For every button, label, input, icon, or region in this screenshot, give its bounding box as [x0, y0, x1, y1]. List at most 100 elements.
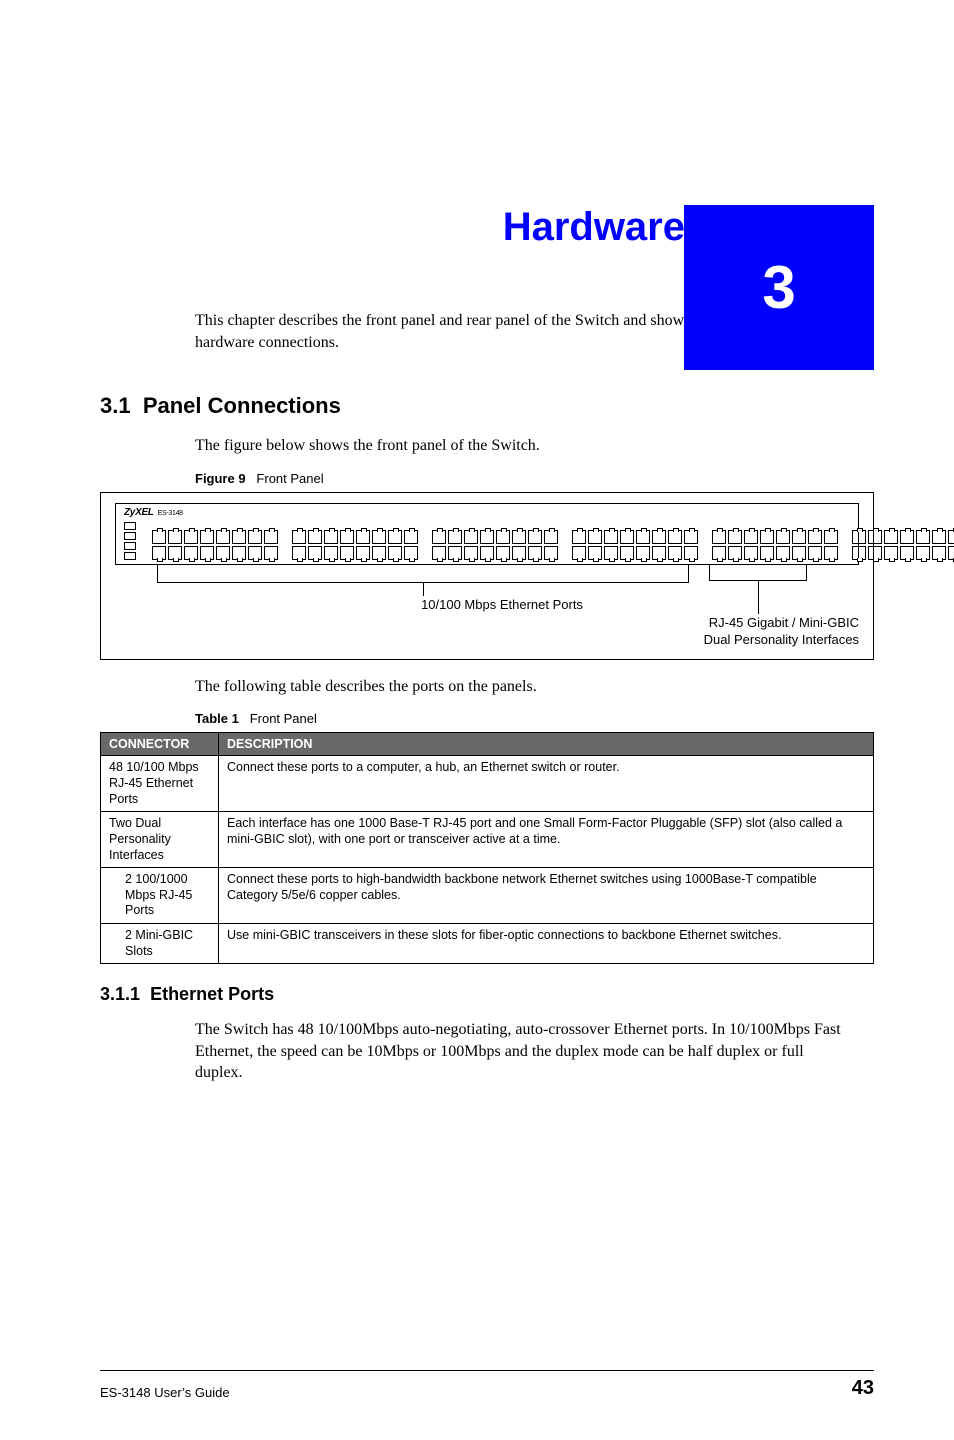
footer-guide: ES-3148 User’s Guide	[100, 1385, 230, 1400]
ethernet-port	[744, 530, 758, 544]
table-label: Table 1	[195, 711, 239, 726]
chapter-number: 3	[762, 258, 795, 318]
ethernet-port	[948, 546, 954, 560]
ethernet-port	[760, 546, 774, 560]
port-group	[292, 518, 418, 560]
ethernet-port	[652, 546, 666, 560]
port-stack	[712, 530, 726, 560]
port-stack	[808, 530, 822, 560]
port-stack	[948, 530, 954, 560]
ethernet-port	[620, 546, 634, 560]
port-stack	[232, 530, 246, 560]
ethernet-port	[792, 530, 806, 544]
ethernet-port	[404, 546, 418, 560]
ethernet-port	[464, 530, 478, 544]
port-stack	[292, 530, 306, 560]
port-stack	[852, 530, 866, 560]
ethernet-port	[248, 546, 262, 560]
port-stack	[604, 530, 618, 560]
port-stack	[464, 530, 478, 560]
port-stack	[868, 530, 882, 560]
port-stack	[760, 530, 774, 560]
ethernet-port	[808, 530, 822, 544]
ethernet-port	[464, 546, 478, 560]
ethernet-port	[668, 530, 682, 544]
ethernet-port	[728, 546, 742, 560]
model-text: ES-3148	[158, 510, 183, 517]
table-row: Two Dual Personality InterfacesEach inte…	[101, 812, 874, 868]
section-heading-3-1-1: 3.1.1 Ethernet Ports	[100, 984, 874, 1005]
brand-text: ZyXEL	[124, 507, 154, 518]
ethernet-port	[340, 530, 354, 544]
gbic-label-line2: Dual Personality Interfaces	[619, 632, 859, 649]
port-stack	[448, 530, 462, 560]
ethernet-port	[432, 530, 446, 544]
ethernet-port	[588, 530, 602, 544]
port-stack	[372, 530, 386, 560]
ethernet-port	[432, 546, 446, 560]
port-stack	[572, 530, 586, 560]
ethernet-port	[652, 530, 666, 544]
ethernet-port	[324, 546, 338, 560]
page: 3 Hardware Overview This chapter describ…	[0, 205, 954, 1440]
ethernet-port	[792, 546, 806, 560]
page-footer: ES-3148 User’s Guide 43	[100, 1370, 874, 1400]
ethernet-port	[480, 546, 494, 560]
chapter-tab: 3	[684, 205, 874, 370]
ethernet-port	[824, 530, 838, 544]
gbic-label: RJ-45 Gigabit / Mini-GBIC Dual Personali…	[619, 615, 859, 649]
port-group	[712, 518, 838, 560]
subsection-number: 3.1.1	[100, 984, 140, 1004]
cell-connector: 48 10/100 Mbps RJ-45 Ethernet Ports	[101, 756, 219, 812]
ethernet-port	[932, 546, 946, 560]
ethernet-port	[200, 530, 214, 544]
ethernet-port	[480, 530, 494, 544]
ethernet-port	[712, 530, 726, 544]
ethernet-port	[356, 546, 370, 560]
section-number: 3.1	[100, 393, 131, 418]
ethernet-port	[852, 530, 866, 544]
port-stack	[636, 530, 650, 560]
ethernet-port	[356, 530, 370, 544]
ethernet-port	[684, 530, 698, 544]
ethernet-port	[168, 530, 182, 544]
table-row: 2 100/1000 Mbps RJ-45 PortsConnect these…	[101, 868, 874, 924]
port-stack	[884, 530, 898, 560]
ethernet-port	[776, 530, 790, 544]
port-stack	[404, 530, 418, 560]
port-stack	[652, 530, 666, 560]
port-stack	[168, 530, 182, 560]
gbic-label-line1: RJ-45 Gigabit / Mini-GBIC	[619, 615, 859, 632]
port-stack	[432, 530, 446, 560]
status-led	[124, 552, 136, 560]
port-stack	[184, 530, 198, 560]
status-led	[124, 542, 136, 550]
port-stack	[620, 530, 634, 560]
port-stack	[308, 530, 322, 560]
switch-front-panel: ZyXEL ES-3148	[115, 503, 859, 565]
ethernet-port	[712, 546, 726, 560]
ports-table: CONNECTOR DESCRIPTION 48 10/100 Mbps RJ-…	[100, 732, 874, 964]
port-stack	[512, 530, 526, 560]
ethernet-port	[572, 530, 586, 544]
ethernet-port	[916, 530, 930, 544]
port-stack	[528, 530, 542, 560]
between-figure-table: The following table describes the ports …	[195, 676, 855, 698]
cell-description: Connect these ports to a computer, a hub…	[219, 756, 874, 812]
ethernet-port	[340, 546, 354, 560]
ethernet-port	[448, 530, 462, 544]
ethernet-port	[900, 546, 914, 560]
port-stack	[216, 530, 230, 560]
ethernet-port	[544, 546, 558, 560]
ethernet-port	[512, 530, 526, 544]
cell-connector: 2 Mini-GBIC Slots	[101, 924, 219, 964]
figure-labels: 10/100 Mbps Ethernet Ports RJ-45 Gigabit…	[115, 565, 859, 647]
port-stack	[324, 530, 338, 560]
port-stack	[684, 530, 698, 560]
ethernet-port	[308, 546, 322, 560]
port-stack	[900, 530, 914, 560]
table-row: 48 10/100 Mbps RJ-45 Ethernet PortsConne…	[101, 756, 874, 812]
figure-title: Front Panel	[256, 471, 323, 486]
ethernet-port	[528, 546, 542, 560]
ethernet-port	[496, 530, 510, 544]
